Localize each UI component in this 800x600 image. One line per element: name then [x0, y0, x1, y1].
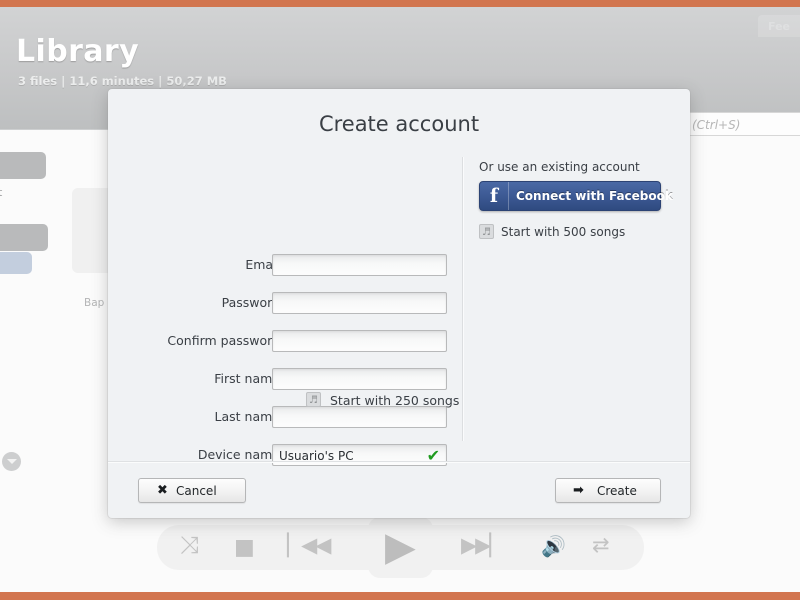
facebook-icon: f [480, 182, 509, 210]
label-first-name: First name [214, 371, 280, 386]
label-confirm-password: Confirm password [167, 333, 280, 348]
form-row-device-name: Device name [120, 445, 280, 467]
sidebar-selected-item[interactable] [0, 252, 32, 274]
dialog-footer-divider [108, 461, 690, 463]
stop-icon[interactable]: ■ [234, 537, 255, 559]
start-with-500-songs-link[interactable]: ♬ Start with 500 songs [479, 224, 679, 239]
first-name-field[interactable] [272, 368, 447, 390]
repeat-icon[interactable]: ⇄ [592, 535, 610, 556]
label-email: Email [245, 257, 280, 272]
page-title: Library [16, 34, 140, 69]
start-with-250-songs-link[interactable]: ♬ Start with 250 songs [306, 392, 460, 408]
email-field[interactable] [272, 254, 447, 276]
arrow-right-icon: ➡ [573, 483, 584, 498]
library-stats: 3 files | 11,6 minutes | 50,27 MB [18, 74, 227, 88]
album-title-partial: Bap [84, 297, 105, 309]
form-row-password: Password [120, 293, 280, 315]
form-row-confirm-password: Confirm password [120, 331, 280, 353]
feedback-button[interactable]: Fee [758, 15, 800, 37]
create-button[interactable]: ➡ Create [555, 478, 661, 503]
label-device-name: Device name [197, 447, 280, 462]
next-track-icon[interactable]: ▶▶▏ [461, 535, 505, 556]
cancel-button-label: Cancel [176, 484, 217, 498]
create-account-dialog: Create account Email Password Confirm pa… [108, 89, 690, 518]
sidebar-dropdown-partial[interactable] [0, 224, 48, 471]
dialog-title: Create account [318, 112, 480, 136]
sidebar-label-partial: t [0, 186, 3, 199]
volume-icon[interactable]: 🔊 [541, 536, 566, 556]
password-field[interactable] [272, 292, 447, 314]
search-placeholder: (Ctrl+S) [692, 118, 741, 132]
form-row-email: Email [120, 255, 280, 277]
last-name-field[interactable] [272, 406, 447, 428]
application-window: Library 3 files | 11,6 minutes | 50,27 M… [0, 0, 800, 600]
music-note-icon: ♬ [306, 392, 321, 407]
dialog-vertical-divider [462, 157, 464, 441]
create-button-label: Create [597, 484, 637, 498]
sidebar-button-partial[interactable] [0, 152, 46, 179]
label-password: Password [221, 295, 280, 310]
connect-with-facebook-label: Connect with Facebook [516, 189, 673, 203]
connect-with-facebook-button[interactable]: f Connect with Facebook [479, 181, 673, 211]
confirm-password-field[interactable] [272, 330, 447, 352]
cancel-button[interactable]: ✖ Cancel [138, 478, 246, 503]
start-with-500-songs-label: Start with 500 songs [501, 225, 626, 239]
form-row-first-name: First name [120, 369, 280, 391]
window-chrome-top [0, 0, 800, 7]
chevron-down-icon [2, 452, 21, 471]
existing-account-label: Or use an existing account [479, 160, 640, 174]
shuffle-icon[interactable]: ⤨ [180, 533, 199, 557]
window-chrome-bottom [0, 592, 800, 600]
existing-account-pane: Or use an existing account f Connect wit… [479, 160, 679, 239]
label-last-name: Last name [214, 409, 280, 424]
music-note-icon: ♬ [479, 224, 494, 239]
previous-track-icon[interactable]: ▏◀◀ [287, 535, 331, 556]
play-icon[interactable]: ▶ [385, 527, 416, 567]
close-icon: ✖ [157, 483, 168, 498]
start-with-250-songs-label: Start with 250 songs [330, 393, 460, 408]
form-row-last-name: Last name [120, 407, 280, 429]
